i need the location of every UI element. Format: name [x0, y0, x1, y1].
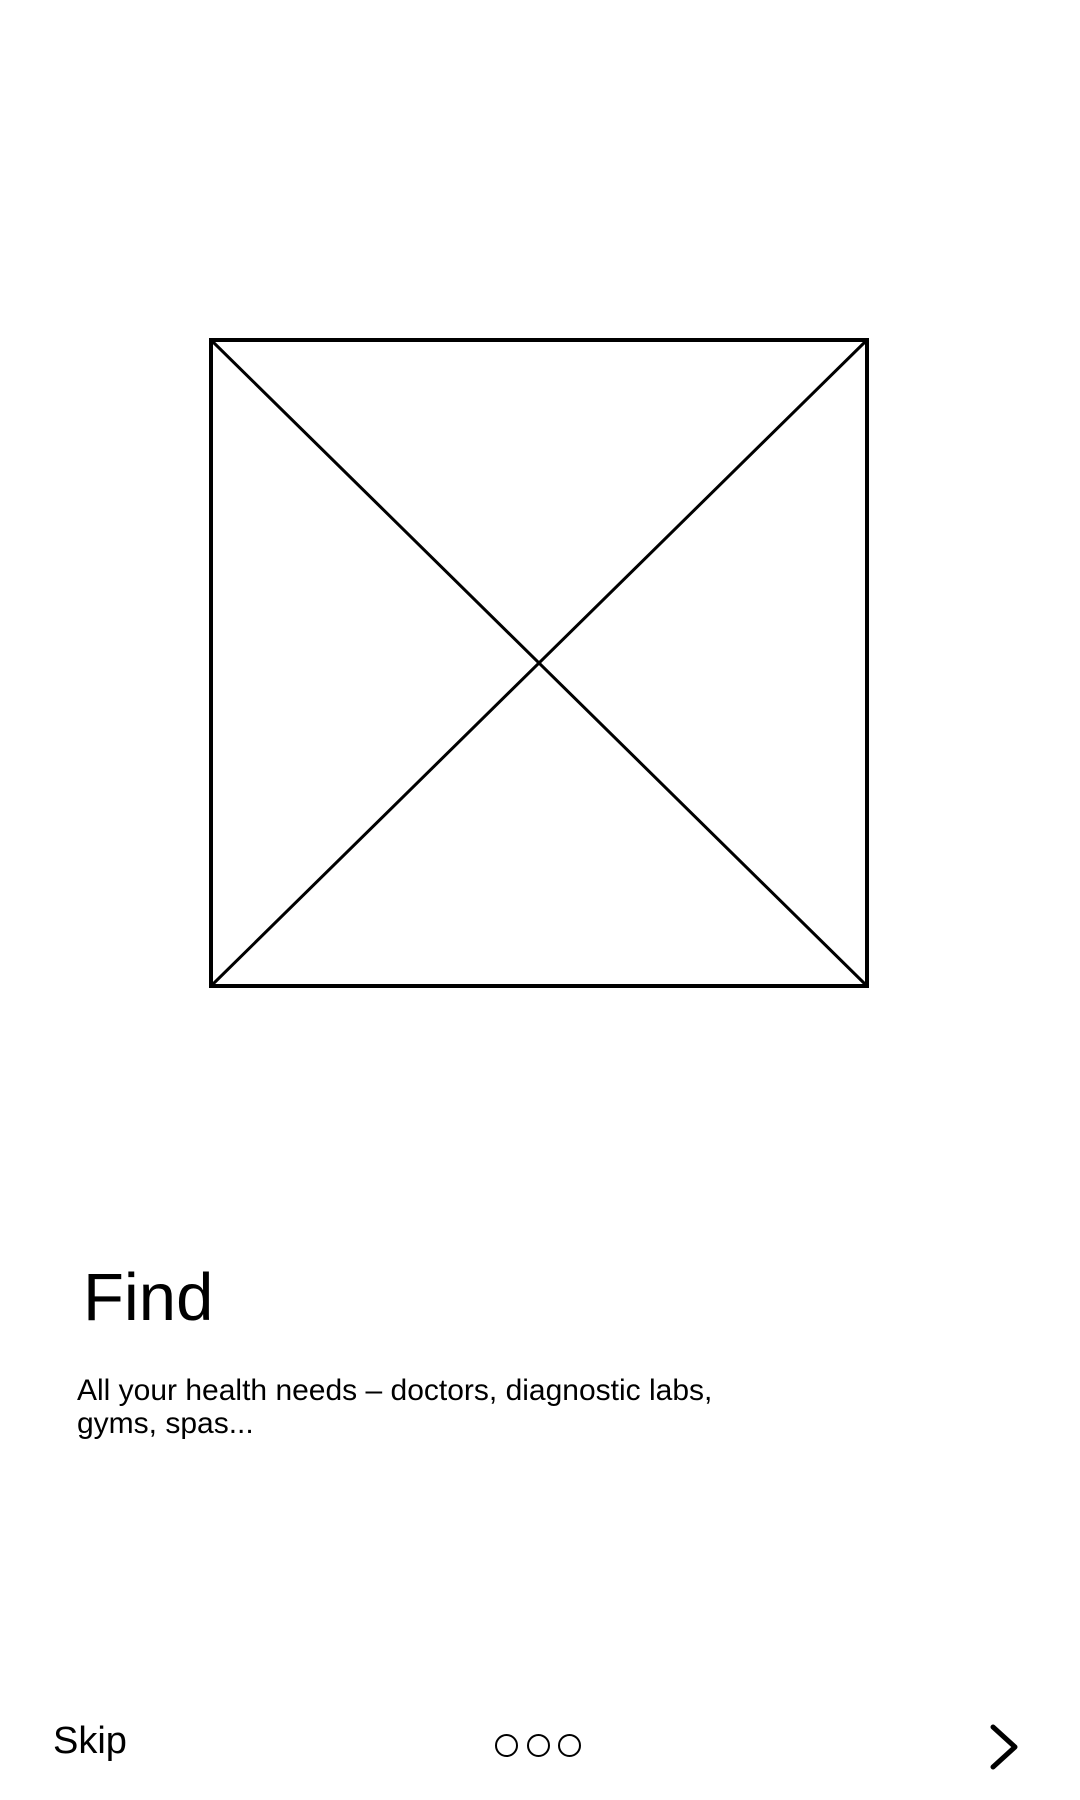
image-placeholder-icon — [209, 338, 869, 988]
next-button[interactable] — [985, 1722, 1025, 1772]
skip-button[interactable]: Skip — [53, 1718, 127, 1764]
chevron-right-icon — [985, 1722, 1025, 1772]
onboarding-description: All your health needs – doctors, diagnos… — [77, 1374, 713, 1440]
page-indicator — [495, 1732, 581, 1758]
onboarding-title: Find — [83, 1260, 214, 1335]
page-dot[interactable] — [558, 1733, 581, 1757]
page-dot[interactable] — [495, 1733, 518, 1757]
page-dot[interactable] — [526, 1733, 550, 1757]
